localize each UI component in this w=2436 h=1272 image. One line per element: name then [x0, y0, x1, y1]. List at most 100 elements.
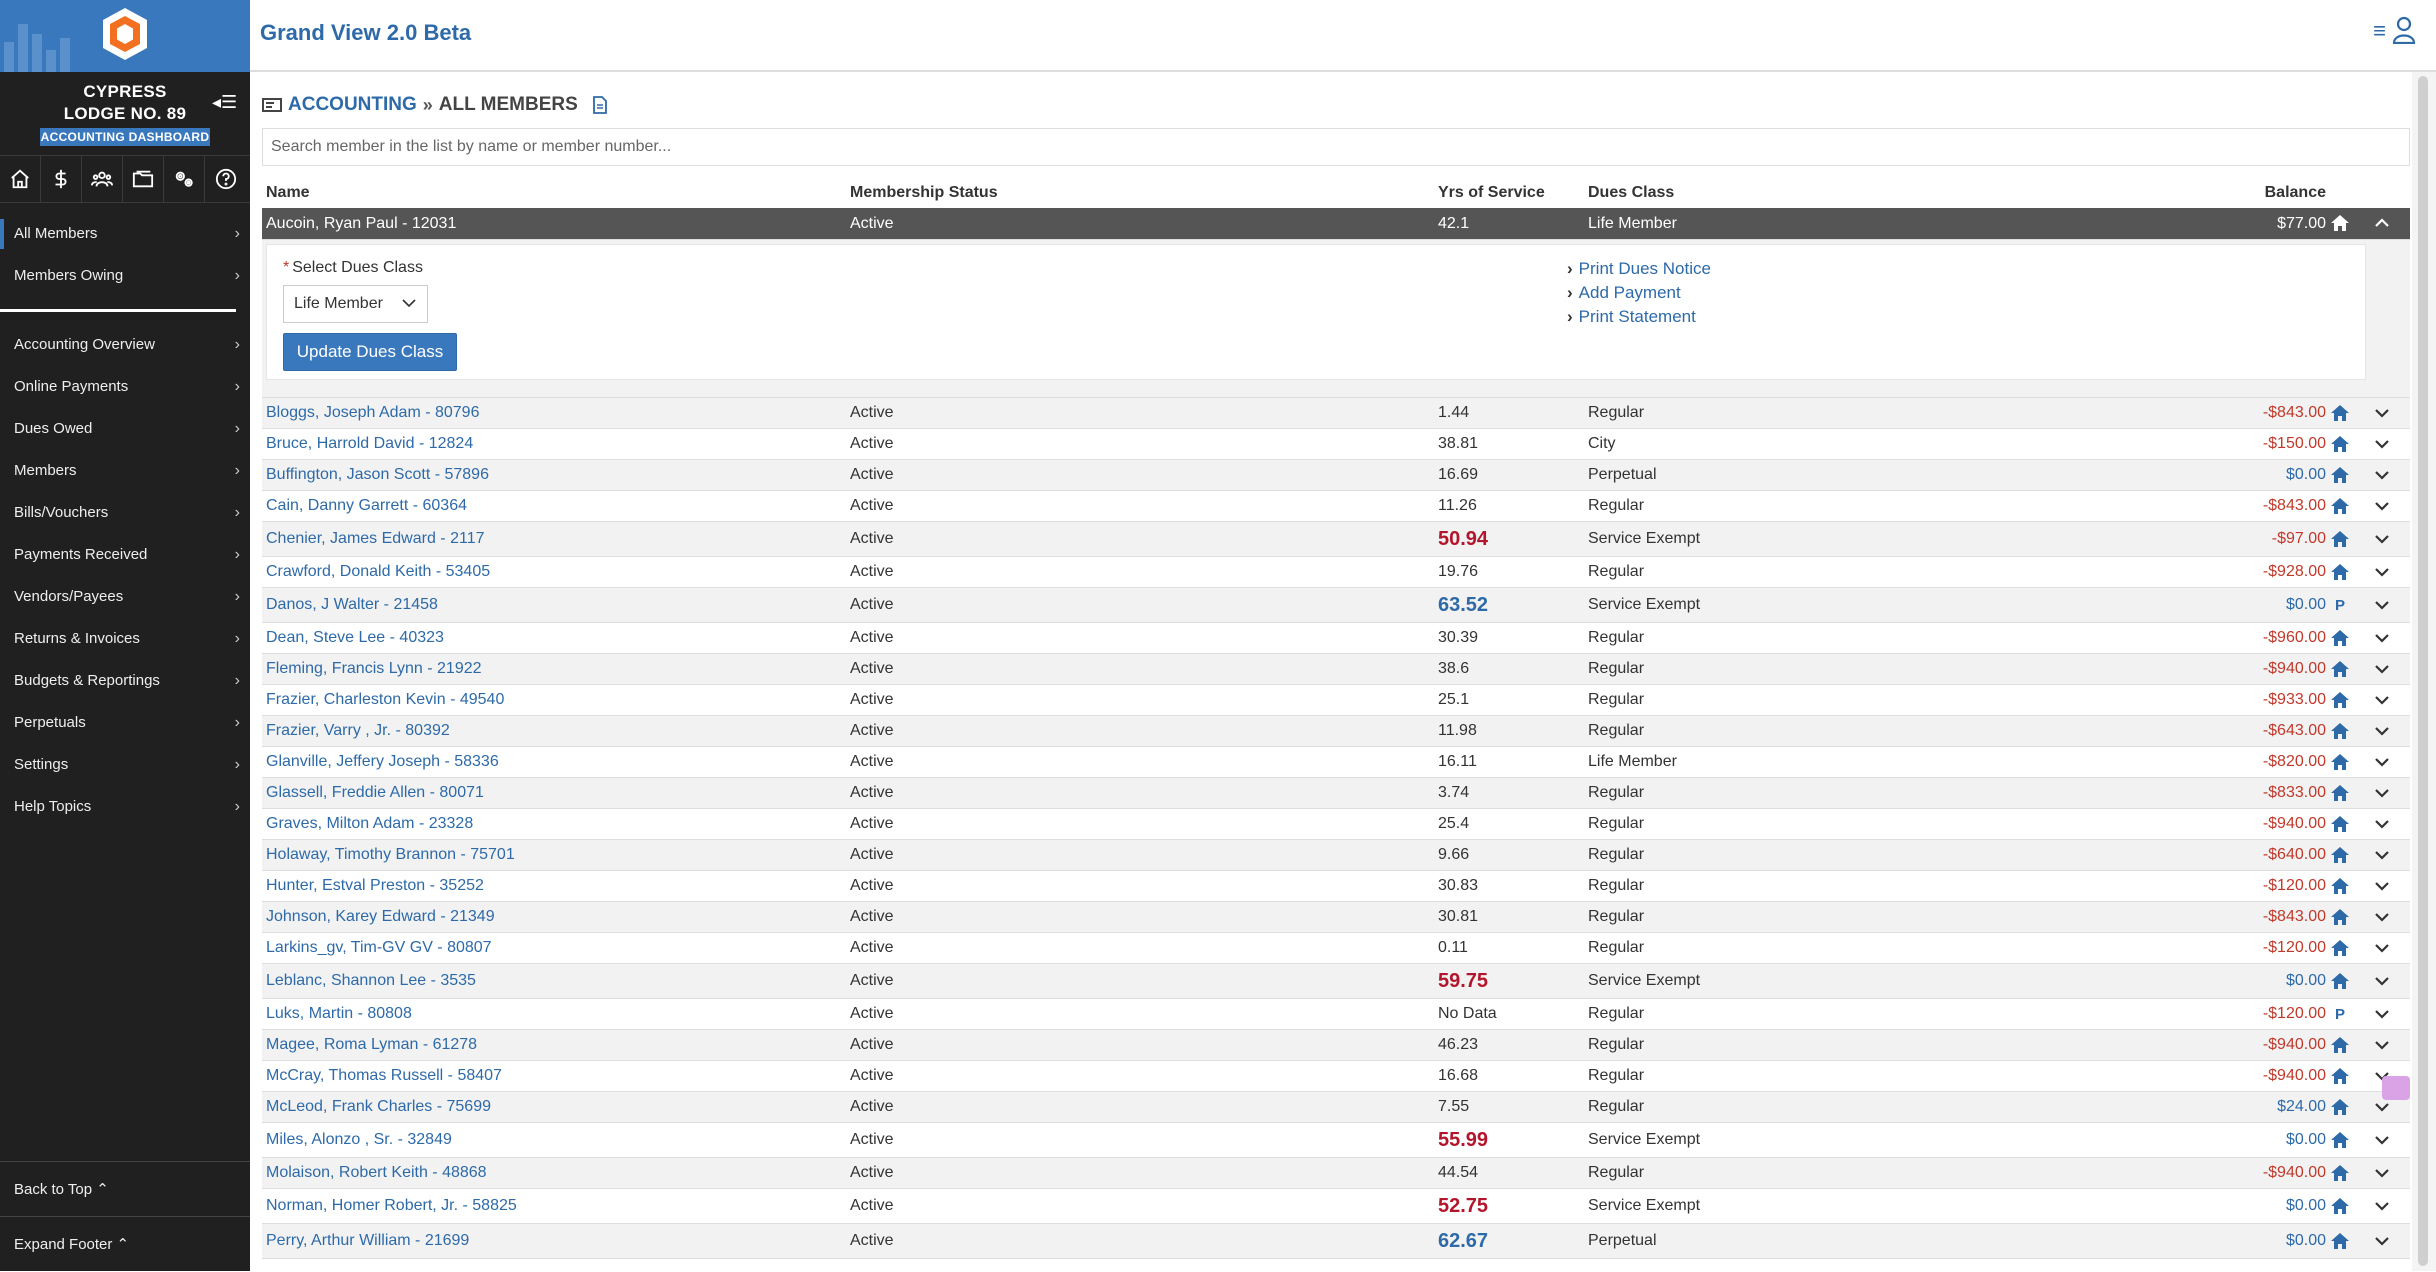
- sidebar-item-accounting-overview[interactable]: Accounting Overview ›: [0, 324, 250, 366]
- sidebar-item-budgets-reportings[interactable]: Budgets & Reportings ›: [0, 660, 250, 702]
- member-name[interactable]: Bloggs, Joseph Adam - 80796: [262, 404, 850, 422]
- table-row[interactable]: Miles, Alonzo , Sr. - 32849 Active 55.99 Se…: [262, 1123, 2410, 1158]
- member-name[interactable]: Glanville, Jeffery Joseph - 58336: [262, 753, 850, 771]
- print-dues-notice-link[interactable]: Print Dues Notice: [1567, 257, 1711, 281]
- member-name[interactable]: Bruce, Harrold David - 12824: [262, 435, 850, 453]
- help-icon[interactable]: [205, 155, 246, 203]
- table-row[interactable]: Holaway, Timothy Brannon - 75701 Active 9.…: [262, 840, 2410, 871]
- sidebar-item-settings[interactable]: Settings ›: [0, 744, 250, 786]
- member-name[interactable]: McCray, Thomas Russell - 58407: [262, 1067, 850, 1085]
- member-name[interactable]: Danos, J Walter - 21458: [262, 596, 850, 614]
- table-row[interactable]: Frazier, Varry , Jr. - 80392 Active 11.98 R…: [262, 716, 2410, 747]
- collapse-sidebar-button[interactable]: ◂☰: [212, 92, 237, 113]
- member-name[interactable]: Graves, Milton Adam - 23328: [262, 815, 850, 833]
- sidebar-item-members[interactable]: Members ›: [0, 450, 250, 492]
- chat-widget-icon[interactable]: [2382, 1076, 2410, 1100]
- table-row[interactable]: Cain, Danny Garrett - 60364 Active 11.26 Re…: [262, 491, 2410, 522]
- table-row[interactable]: McCray, Thomas Russell - 58407 Active 16.6…: [262, 1061, 2410, 1092]
- chevron-down-icon[interactable]: [2354, 753, 2410, 771]
- table-row[interactable]: Molaison, Robert Keith - 48868 Active 44.5…: [262, 1158, 2410, 1189]
- column-header-status[interactable]: Membership Status: [850, 184, 1438, 202]
- sidebar-item-members-owing[interactable]: Members Owing ›: [0, 255, 250, 297]
- member-name[interactable]: Perry, Arthur William - 21699: [262, 1232, 850, 1250]
- print-statement-link[interactable]: Print Statement: [1567, 305, 1711, 329]
- chevron-down-icon[interactable]: [2354, 1036, 2410, 1054]
- chevron-down-icon[interactable]: [2354, 1005, 2410, 1023]
- table-row[interactable]: Dean, Steve Lee - 40323 Active 30.39 Regula…: [262, 623, 2410, 654]
- member-name[interactable]: Frazier, Varry , Jr. - 80392: [262, 722, 850, 740]
- column-header-yrs[interactable]: Yrs of Service: [1438, 184, 1588, 202]
- chevron-down-icon[interactable]: [2354, 1197, 2410, 1215]
- table-row[interactable]: Crawford, Donald Keith - 53405 Active 19.7…: [262, 557, 2410, 588]
- table-row[interactable]: Norman, Homer Robert, Jr. - 58825 Active 5…: [262, 1189, 2410, 1224]
- table-row[interactable]: Johnson, Karey Edward - 21349 Active 30.81…: [262, 902, 2410, 933]
- expand-footer-button[interactable]: Expand Footer ⌃: [0, 1216, 250, 1271]
- chevron-down-icon[interactable]: [2354, 435, 2410, 453]
- member-name[interactable]: Aucoin, Ryan Paul - 12031: [262, 215, 850, 233]
- back-to-top-button[interactable]: Back to Top ⌃: [0, 1161, 250, 1216]
- table-row[interactable]: McLeod, Frank Charles - 75699 Active 7.55 R…: [262, 1092, 2410, 1123]
- column-header-balance[interactable]: Balance: [2148, 184, 2326, 202]
- chevron-down-icon[interactable]: [2354, 596, 2410, 614]
- add-payment-link[interactable]: Add Payment: [1567, 281, 1711, 305]
- export-document-icon[interactable]: [592, 96, 608, 114]
- chevron-down-icon[interactable]: [2354, 1164, 2410, 1182]
- chevron-down-icon[interactable]: [2354, 846, 2410, 864]
- chevron-down-icon[interactable]: [2354, 563, 2410, 581]
- table-row[interactable]: Chenier, James Edward - 2117 Active 50.94 S…: [262, 522, 2410, 557]
- chevron-down-icon[interactable]: [2354, 629, 2410, 647]
- member-name[interactable]: Fleming, Francis Lynn - 21922: [262, 660, 850, 678]
- member-name[interactable]: Luks, Martin - 80808: [262, 1005, 850, 1023]
- lodge-logo-icon[interactable]: [100, 6, 150, 62]
- chevron-down-icon[interactable]: [2354, 466, 2410, 484]
- member-name[interactable]: Chenier, James Edward - 2117: [262, 530, 850, 548]
- table-row[interactable]: Larkins_gv, Tim-GV GV - 80807 Active 0.11 R…: [262, 933, 2410, 964]
- settings-icon[interactable]: [164, 155, 205, 203]
- breadcrumb-accounting-link[interactable]: ACCOUNTING: [288, 94, 417, 116]
- table-row[interactable]: Frazier, Charleston Kevin - 49540 Active 2…: [262, 685, 2410, 716]
- chevron-down-icon[interactable]: [2354, 877, 2410, 895]
- chevron-down-icon[interactable]: [2354, 908, 2410, 926]
- table-row[interactable]: Bloggs, Joseph Adam - 80796 Active 1.44 Reg…: [262, 398, 2410, 429]
- table-row-selected[interactable]: Aucoin, Ryan Paul - 12031 Active 42.1 Li…: [262, 208, 2410, 240]
- table-row[interactable]: Hunter, Estval Preston - 35252 Active 30.8…: [262, 871, 2410, 902]
- chevron-down-icon[interactable]: [2354, 722, 2410, 740]
- member-name[interactable]: Holaway, Timothy Brannon - 75701: [262, 846, 850, 864]
- dollar-icon[interactable]: [41, 155, 82, 203]
- table-row[interactable]: Glanville, Jeffery Joseph - 58336 Active 1…: [262, 747, 2410, 778]
- sidebar-item-all-members[interactable]: All Members ›: [0, 213, 250, 255]
- table-row[interactable]: Bruce, Harrold David - 12824 Active 38.81 C…: [262, 429, 2410, 460]
- column-header-name[interactable]: Name: [262, 184, 850, 202]
- update-dues-class-button[interactable]: Update Dues Class: [283, 333, 457, 371]
- sidebar-item-perpetuals[interactable]: Perpetuals ›: [0, 702, 250, 744]
- chevron-up-icon[interactable]: [2354, 215, 2410, 233]
- table-row[interactable]: Danos, J Walter - 21458 Active 63.52 Servic…: [262, 588, 2410, 623]
- sidebar-item-returns-invoices[interactable]: Returns & Invoices ›: [0, 618, 250, 660]
- chevron-down-icon[interactable]: [2354, 972, 2410, 990]
- member-name[interactable]: Larkins_gv, Tim-GV GV - 80807: [262, 939, 850, 957]
- chevron-down-icon[interactable]: [2354, 1131, 2410, 1149]
- table-row[interactable]: Magee, Roma Lyman - 61278 Active 46.23 Regu…: [262, 1030, 2410, 1061]
- member-name[interactable]: Norman, Homer Robert, Jr. - 58825: [262, 1197, 850, 1215]
- chevron-down-icon[interactable]: [2354, 530, 2410, 548]
- member-name[interactable]: Molaison, Robert Keith - 48868: [262, 1164, 850, 1182]
- menu-icon[interactable]: ≡: [2373, 18, 2386, 44]
- member-name[interactable]: Cain, Danny Garrett - 60364: [262, 497, 850, 515]
- member-name[interactable]: Frazier, Charleston Kevin - 49540: [262, 691, 850, 709]
- column-header-dues-class[interactable]: Dues Class: [1588, 184, 2148, 202]
- home-icon[interactable]: [0, 155, 41, 203]
- scrollbar-thumb[interactable]: [2418, 76, 2428, 1266]
- table-row[interactable]: Luks, Martin - 80808 Active No Data Regular…: [262, 999, 2410, 1030]
- sidebar-item-vendors-payees[interactable]: Vendors/Payees ›: [0, 576, 250, 618]
- chevron-down-icon[interactable]: [2354, 404, 2410, 422]
- chevron-down-icon[interactable]: [2354, 691, 2410, 709]
- member-name[interactable]: Buffington, Jason Scott - 57896: [262, 466, 850, 484]
- table-row[interactable]: Buffington, Jason Scott - 57896 Active 16.…: [262, 460, 2410, 491]
- member-name[interactable]: Johnson, Karey Edward - 21349: [262, 908, 850, 926]
- chevron-down-icon[interactable]: [2354, 1098, 2410, 1116]
- member-name[interactable]: McLeod, Frank Charles - 75699: [262, 1098, 850, 1116]
- table-row[interactable]: Graves, Milton Adam - 23328 Active 25.4 Reg…: [262, 809, 2410, 840]
- sidebar-item-dues-owed[interactable]: Dues Owed ›: [0, 408, 250, 450]
- member-name[interactable]: Miles, Alonzo , Sr. - 32849: [262, 1131, 850, 1149]
- folder-icon[interactable]: [123, 155, 164, 203]
